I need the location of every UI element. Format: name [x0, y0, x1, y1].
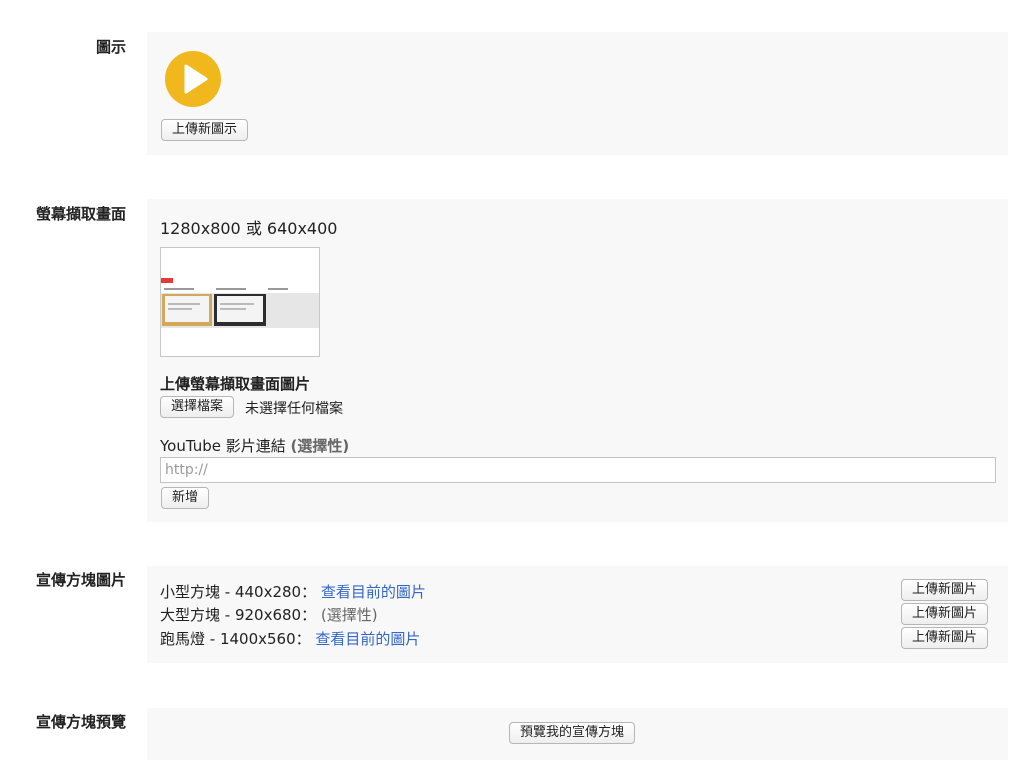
upload-screenshot-title: 上傳螢幕擷取畫面圖片	[160, 375, 311, 393]
promo-row-marquee: 跑馬燈 - 1400x560： 查看目前的圖片	[160, 628, 420, 649]
icon-section-label: 圖示	[95, 38, 126, 56]
upload-new-image-button[interactable]: 上傳新圖片	[901, 627, 989, 649]
upload-new-icon-button[interactable]: 上傳新圖示	[161, 119, 249, 141]
add-video-button[interactable]: 新增	[161, 487, 210, 509]
choose-file-button[interactable]: 選擇檔案	[160, 396, 235, 418]
promo-row-small: 小型方塊 - 440x280： 查看目前的圖片	[160, 581, 426, 602]
preview-panel: 預覽我的宣傳方塊	[147, 708, 1008, 760]
promo-row-name: 跑馬燈 - 1400x560：	[160, 630, 311, 648]
screenshot-preview-image	[161, 248, 319, 356]
promo-row-large: 大型方塊 - 920x680： (選擇性)	[160, 604, 378, 625]
optional-text: (選擇性)	[320, 606, 378, 624]
youtube-link-label: YouTube 影片連結 (選擇性)	[160, 435, 349, 456]
screenshot-thumbnail[interactable]	[160, 247, 320, 357]
promo-panel: 小型方塊 - 440x280： 查看目前的圖片 上傳新圖片 大型方塊 - 920…	[147, 566, 1008, 663]
no-file-chosen-text: 未選擇任何檔案	[245, 401, 343, 417]
promo-row-name: 小型方塊 - 440x280：	[160, 583, 317, 601]
preview-promo-tiles-button[interactable]: 預覽我的宣傳方塊	[509, 722, 636, 744]
screenshot-sizes: 1280x800 或 640x400	[160, 219, 338, 238]
promo-row-name: 大型方塊 - 920x680：	[160, 606, 317, 624]
icon-panel: 上傳新圖示	[147, 32, 1008, 155]
view-current-image-link[interactable]: 查看目前的圖片	[315, 630, 420, 648]
play-icon	[165, 51, 221, 107]
screenshot-panel: 1280x800 或 640x400 上傳螢幕擷取畫面圖片 選擇檔案 未選擇任何…	[147, 199, 1008, 522]
youtube-optional-text: (選擇性)	[290, 437, 350, 455]
youtube-url-input[interactable]	[160, 457, 996, 483]
promo-section-label: 宣傳方塊圖片	[35, 571, 126, 589]
screenshot-section-label: 螢幕擷取畫面	[35, 205, 126, 223]
upload-new-image-button[interactable]: 上傳新圖片	[901, 603, 989, 625]
upload-new-image-button[interactable]: 上傳新圖片	[901, 579, 989, 601]
preview-section-label: 宣傳方塊預覽	[35, 713, 126, 731]
youtube-label-text: YouTube 影片連結	[160, 437, 286, 455]
view-current-image-link[interactable]: 查看目前的圖片	[321, 583, 426, 601]
